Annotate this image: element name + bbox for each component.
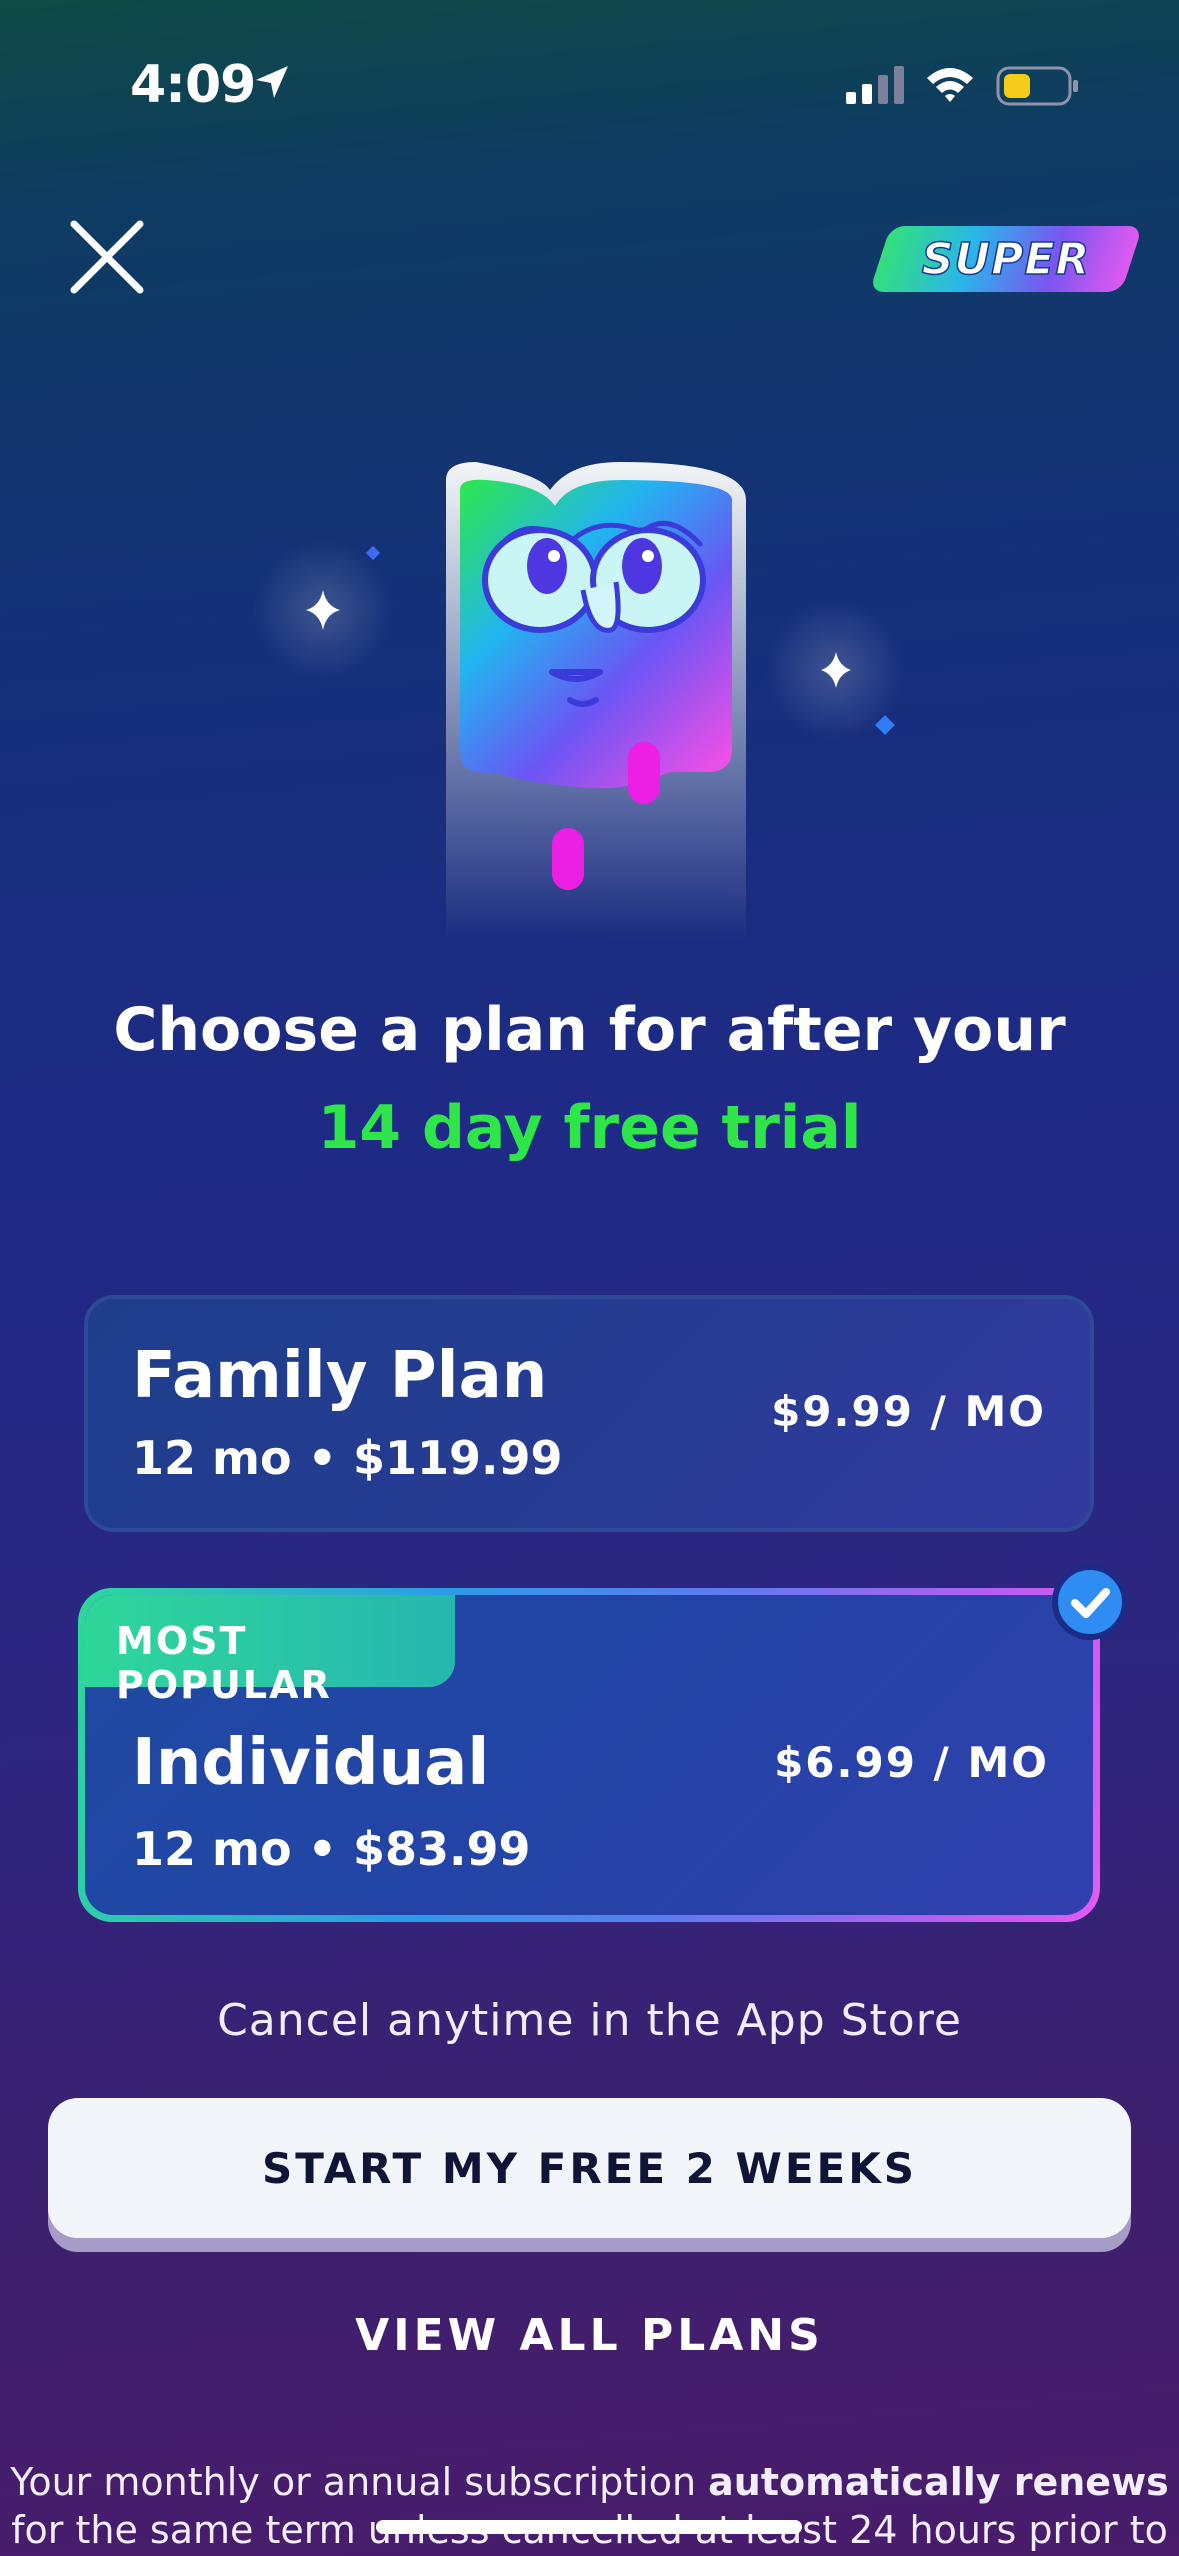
- wifi-icon: [927, 68, 973, 102]
- plan-card-individual[interactable]: MOST POPULAR Individual 12 mo • $83.99 $…: [78, 1588, 1100, 1922]
- plan-detail: 12 mo • $119.99: [132, 1431, 563, 1485]
- plan-card-family[interactable]: Family Plan 12 mo • $119.99 $9.99 / MO: [84, 1295, 1094, 1532]
- super-badge-label: SUPER: [921, 233, 1091, 286]
- battery-icon: [996, 66, 1078, 106]
- plan-price: $6.99 / MO: [774, 1738, 1049, 1787]
- plan-name: Family Plan: [132, 1339, 548, 1413]
- legal-text: Your monthly or annual subscription auto…: [0, 2458, 1179, 2554]
- start-free-trial-button[interactable]: START MY FREE 2 WEEKS: [48, 2098, 1131, 2238]
- most-popular-label: MOST POPULAR: [116, 1619, 332, 1707]
- selected-check-badge: [1052, 1564, 1128, 1640]
- start-free-trial-label: START MY FREE 2 WEEKS: [261, 2143, 918, 2193]
- mascot-illustration: [253, 462, 905, 940]
- plan-card-individual-inner: MOST POPULAR Individual 12 mo • $83.99 $…: [85, 1595, 1093, 1915]
- home-indicator[interactable]: [376, 2520, 802, 2534]
- legal-line1: Your monthly or annual subscription auto…: [0, 2458, 1179, 2506]
- location-arrow-icon: [256, 66, 288, 98]
- signal-icon: [846, 66, 904, 104]
- headline-trial: 14 day free trial: [317, 1093, 862, 1163]
- view-all-plans-link[interactable]: VIEW ALL PLANS: [0, 2310, 1179, 2361]
- plan-name: Individual: [132, 1726, 490, 1800]
- plan-detail: 12 mo • $83.99: [132, 1822, 531, 1876]
- checkmark-icon: [1071, 1588, 1110, 1618]
- headline-line1: Choose a plan for after your: [113, 995, 1066, 1065]
- super-badge: SUPER: [869, 226, 1143, 292]
- legal-line1-prefix: Your monthly or annual subscription: [10, 2460, 709, 2504]
- status-bar: 4:09: [0, 0, 1179, 150]
- plan-price: $9.99 / MO: [771, 1387, 1046, 1436]
- legal-line1-bold: automatically renews: [708, 2460, 1169, 2504]
- cancel-note: Cancel anytime in the App Store: [217, 1995, 962, 2046]
- status-time: 4:09: [130, 55, 256, 115]
- most-popular-tag: MOST POPULAR: [85, 1595, 455, 1707]
- close-icon[interactable]: [66, 216, 148, 298]
